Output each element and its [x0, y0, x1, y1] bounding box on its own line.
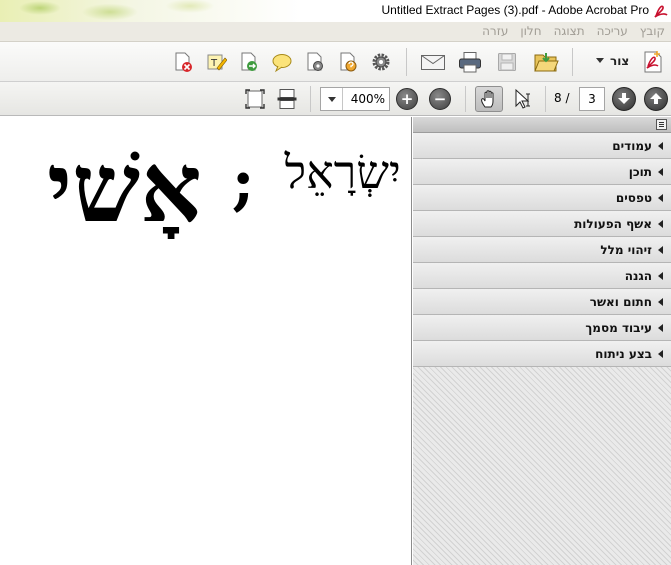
panel-text-recognition[interactable]: זיהוי מלל [413, 237, 671, 263]
previous-page-button[interactable] [644, 87, 668, 111]
gear-icon[interactable] [370, 51, 392, 73]
expand-arrow-icon [658, 141, 663, 150]
panel-pages[interactable]: עמודים [413, 133, 671, 159]
panel-forms[interactable]: טפסים [413, 185, 671, 211]
save-icon[interactable] [496, 51, 518, 73]
edit-text-icon[interactable]: T [205, 51, 227, 73]
menu-window[interactable]: חלון [520, 24, 541, 38]
extract-pages-icon[interactable] [238, 51, 260, 73]
panel-label: בצע ניתוח [595, 346, 652, 361]
hand-icon [481, 90, 494, 108]
menu-help[interactable]: עזרה [482, 24, 508, 38]
expand-arrow-icon [658, 349, 663, 358]
panel-label: הגנה [624, 268, 652, 283]
print-icon[interactable] [458, 51, 482, 73]
panel-sign-certify[interactable]: חתום ואשר [413, 289, 671, 315]
svg-text:T: T [210, 58, 218, 69]
panel-protection[interactable]: הגנה [413, 263, 671, 289]
panel-label: תוכן [628, 164, 652, 179]
chevron-down-icon[interactable] [321, 88, 343, 110]
create-pdf-icon[interactable] [642, 50, 664, 74]
panel-label: עיבוד מסמך [585, 320, 652, 335]
scrolling-mode-icon[interactable] [276, 88, 298, 110]
page-settings-icon[interactable] [304, 51, 326, 73]
expand-arrow-icon [658, 245, 663, 254]
toolbar-separator [406, 48, 407, 76]
menu-edit[interactable]: עריכה [597, 24, 628, 38]
document-content: יִשְׂרָאֵל ; אָשׁי [47, 131, 401, 258]
select-cursor-icon[interactable] [512, 88, 534, 110]
zoom-in-button[interactable]: + [396, 88, 418, 110]
panel-document-processing[interactable]: עיבוד מסמך [413, 315, 671, 341]
expand-arrow-icon [658, 167, 663, 176]
page-count-label: 8 / [554, 91, 570, 105]
expand-arrow-icon [658, 219, 663, 228]
window-title: Untitled Extract Pages (3).pdf - Adobe A… [381, 3, 649, 17]
panel-label: עמודים [612, 138, 652, 153]
arrow-up-icon [650, 93, 662, 104]
title-bar-decoration [0, 0, 260, 22]
comment-icon[interactable] [271, 51, 293, 73]
zoom-combobox[interactable]: 400% [320, 87, 390, 111]
document-view[interactable]: יִשְׂרָאֵל ; אָשׁי [0, 117, 412, 565]
delete-pages-icon[interactable] [172, 51, 194, 73]
toolbar-separator [465, 86, 466, 112]
panel-action-wizard[interactable]: אשף הפעולות [413, 211, 671, 237]
hand-tool-button[interactable] [475, 86, 503, 112]
panel-label: טפסים [615, 190, 652, 205]
menu-bar: קובץ עריכה תצוגה חלון עזרה [0, 22, 671, 42]
document-word: יִשְׂרָאֵל [284, 145, 401, 199]
toolbar-separator [310, 86, 311, 112]
panel-content[interactable]: תוכן [413, 159, 671, 185]
minus-icon: − [433, 90, 447, 108]
plus-icon: + [400, 90, 414, 108]
panel-label: אשף הפעולות [574, 216, 652, 231]
panel-label: זיהוי מלל [600, 242, 652, 257]
fit-page-icon[interactable] [244, 88, 266, 110]
expand-arrow-icon [658, 323, 663, 332]
menu-file[interactable]: קובץ [640, 24, 665, 38]
expand-arrow-icon [658, 271, 663, 280]
expand-arrow-icon [658, 193, 663, 202]
chevron-down-icon[interactable] [596, 58, 604, 63]
title-bar: Untitled Extract Pages (3).pdf - Adobe A… [0, 0, 671, 22]
page-number-input[interactable]: 3 [579, 87, 605, 111]
options-menu-icon[interactable] [656, 119, 667, 130]
create-button[interactable]: צור [610, 54, 629, 68]
toolbar-separator [572, 48, 573, 76]
panel-label: חתום ואשר [589, 294, 652, 309]
envelope-icon[interactable] [420, 51, 446, 73]
main-toolbar: T צור [0, 42, 671, 82]
acrobat-icon [654, 5, 668, 18]
menu-view[interactable]: תצוגה [554, 24, 585, 38]
document-settings-icon[interactable] [337, 51, 359, 73]
zoom-value[interactable]: 400% [343, 92, 389, 106]
arrow-down-icon [618, 93, 630, 104]
zoom-out-button[interactable]: − [429, 88, 451, 110]
document-word: אָשׁי [46, 131, 202, 244]
toolbar-separator [545, 86, 546, 112]
expand-arrow-icon [658, 297, 663, 306]
navigation-toolbar: 400% + − 8 / 3 [0, 82, 671, 116]
task-pane: עמודים תוכן טפסים אשף הפעולות זיהוי מלל … [413, 117, 671, 565]
next-page-button[interactable] [612, 87, 636, 111]
panel-analyze[interactable]: בצע ניתוח [413, 341, 671, 367]
panel-list: עמודים תוכן טפסים אשף הפעולות זיהוי מלל … [413, 133, 671, 367]
task-pane-header [413, 117, 671, 133]
document-separator: ; [231, 145, 255, 218]
open-folder-icon[interactable] [533, 49, 559, 75]
